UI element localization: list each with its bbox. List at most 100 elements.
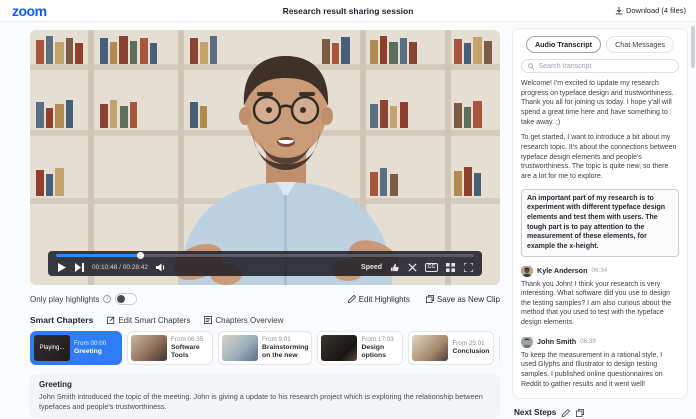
- chapter-summary-card: Greeting John Smith introduced the topic…: [30, 374, 500, 419]
- download-button[interactable]: Download (4 files): [615, 6, 686, 15]
- seek-bar[interactable]: [56, 252, 474, 259]
- smart-chapters-title: Smart Chapters: [30, 315, 94, 325]
- next-chapter-button[interactable]: [74, 262, 85, 273]
- chapter-thumbnail: [412, 335, 449, 361]
- recording-page: zoom Research result sharing session Dow…: [0, 0, 696, 419]
- transcript-search[interactable]: [521, 59, 679, 73]
- volume-icon: [155, 263, 164, 272]
- zoom-logo: zoom: [12, 3, 47, 19]
- download-icon: [615, 6, 623, 14]
- chapter-thumbnail: [131, 335, 167, 361]
- sidebar-tabs: Audio Transcript Chat Messages: [521, 36, 679, 53]
- chapter-from: From 06:35: [171, 336, 204, 344]
- volume-button[interactable]: [155, 262, 166, 273]
- transcript-message: John Smith 06:39 To keep the measurement…: [521, 336, 679, 390]
- clip-button[interactable]: [407, 262, 418, 273]
- chapter-card-software-tools[interactable]: From 06:35 Software Tools: [127, 331, 213, 365]
- player-options-row: Only play highlights i Edit Highlights S…: [30, 292, 500, 306]
- transcript-highlighted-paragraph[interactable]: An important part of my research is to e…: [521, 188, 679, 257]
- video-frame-speaker: [30, 30, 500, 285]
- chapter-title: Design options: [361, 344, 386, 359]
- scrollbar-thumb[interactable]: [691, 26, 695, 68]
- chapters-overview-button[interactable]: Chapters Overview: [204, 316, 283, 325]
- grid-icon: [446, 263, 455, 272]
- closed-captions-button[interactable]: CC: [425, 263, 438, 272]
- thumbnail-view-button[interactable]: [445, 262, 456, 273]
- speaker-name: Kyle Anderson: [537, 266, 588, 275]
- message-text: Thank you John! I think your research is…: [521, 280, 672, 327]
- copy-icon[interactable]: [576, 408, 585, 417]
- speaker-timestamp: 06:34: [591, 267, 608, 274]
- save-as-new-clip-button[interactable]: Save as New Clip: [425, 294, 500, 304]
- chapter-from: From 00:00: [74, 340, 107, 348]
- edit-smart-chapters-label: Edit Smart Chapters: [118, 315, 191, 325]
- avatar-john-smith: [521, 336, 533, 348]
- transcript-panel: Audio Transcript Chat Messages Welcome! …: [512, 28, 688, 400]
- chapter-summary-title: Greeting: [39, 380, 72, 389]
- page-title: Research result sharing session: [282, 5, 414, 16]
- edit-smart-chapters-button[interactable]: Edit Smart Chapters: [107, 316, 190, 325]
- play-button[interactable]: [56, 262, 67, 273]
- chapter-card-conclusion[interactable]: From 25:01 Conclusion: [408, 331, 495, 365]
- top-bar: zoom Research result sharing session Dow…: [0, 0, 696, 22]
- chapter-from: From 25:01: [452, 340, 485, 348]
- fullscreen-button[interactable]: [463, 262, 474, 273]
- tab-audio-transcript[interactable]: Audio Transcript: [525, 36, 602, 53]
- chapter-title: Greeting: [74, 348, 102, 356]
- playing-badge: Playing...: [34, 335, 70, 361]
- page-scrollbar[interactable]: [691, 24, 695, 417]
- speaker-timestamp: 06:39: [580, 338, 596, 346]
- player-column: 00:10:48 / 00:28:42 Speed CC Only play h…: [30, 30, 500, 419]
- chapters-overview-label: Chapters Overview: [215, 315, 284, 325]
- chapter-thumbnail: Playing...: [34, 335, 70, 361]
- pencil-icon[interactable]: [562, 408, 571, 417]
- copy-icon: [425, 295, 434, 303]
- play-icon: [57, 263, 66, 272]
- search-input[interactable]: [538, 62, 672, 70]
- chapter-card-partial[interactable]: [499, 331, 500, 365]
- chapter-thumbnail: [222, 335, 258, 361]
- download-label: Download (4 files): [625, 6, 686, 15]
- search-icon: [528, 62, 535, 70]
- pencil-icon: [347, 295, 356, 303]
- next-steps-title: Next Steps: [514, 408, 557, 418]
- transcript-message: Kyle Anderson 06:34 Thank you John! I th…: [521, 265, 679, 328]
- tab-chat-messages[interactable]: Chat Messages: [606, 36, 675, 53]
- chapter-summary-text: John Smith introduced the topic of the m…: [39, 392, 483, 412]
- save-as-new-clip-label: Save as New Clip: [436, 294, 500, 304]
- chapter-card-design-options[interactable]: From 17:03 Design options: [317, 331, 404, 365]
- chapter-card-greeting[interactable]: Playing... From 00:00 Greeting: [30, 331, 122, 365]
- edit-highlights-label: Edit Highlights: [358, 294, 410, 304]
- sidebar: Audio Transcript Chat Messages Welcome! …: [512, 28, 688, 419]
- next-steps-section: Next Steps Make sure new design is updat…: [512, 408, 688, 419]
- chapter-from: From 9:01: [262, 336, 291, 343]
- highlight-reaction-button[interactable]: [389, 262, 400, 273]
- only-play-highlights-label: Only play highlights: [30, 294, 100, 304]
- transcript-paragraph: Welcome! I'm excited to update my resear…: [521, 80, 674, 126]
- only-play-highlights-toggle[interactable]: [115, 293, 138, 305]
- overview-list-icon: [204, 316, 213, 324]
- player-controls-bar: 00:10:48 / 00:28:42 Speed CC: [48, 251, 482, 276]
- edit-highlights-button[interactable]: Edit Highlights: [347, 294, 410, 304]
- seek-bar-progress: [56, 254, 140, 257]
- chapter-card-brainstorming[interactable]: From 9:01 Brainstorming on the new ide..…: [218, 331, 313, 365]
- seek-bar-handle[interactable]: [136, 252, 144, 259]
- skip-next-icon: [75, 263, 84, 272]
- edit-square-icon: [107, 316, 115, 324]
- message-text: To keep the measurement in a rational st…: [521, 351, 663, 388]
- chapter-title: Software Tools: [171, 344, 200, 359]
- chapter-thumbnail: [321, 335, 358, 361]
- scissors-icon: [408, 263, 417, 272]
- chapter-from: From 17:03: [361, 336, 394, 344]
- chapter-title: Brainstorming on the new ide...: [262, 344, 309, 360]
- info-icon: i: [103, 295, 112, 303]
- speed-button[interactable]: Speed: [361, 264, 382, 271]
- transcript-paragraph: To get started, I want to introduce a bi…: [521, 134, 677, 180]
- speaker-name: John Smith: [537, 337, 577, 347]
- thumbs-up-icon: [390, 263, 399, 272]
- video-player[interactable]: 00:10:48 / 00:28:42 Speed CC: [30, 30, 500, 285]
- avatar-kyle-anderson: [521, 265, 533, 277]
- toggle-knob: [117, 295, 126, 303]
- fullscreen-icon: [464, 263, 473, 272]
- chapter-card-list: Playing... From 00:00 Greeting From 06:3…: [30, 331, 500, 367]
